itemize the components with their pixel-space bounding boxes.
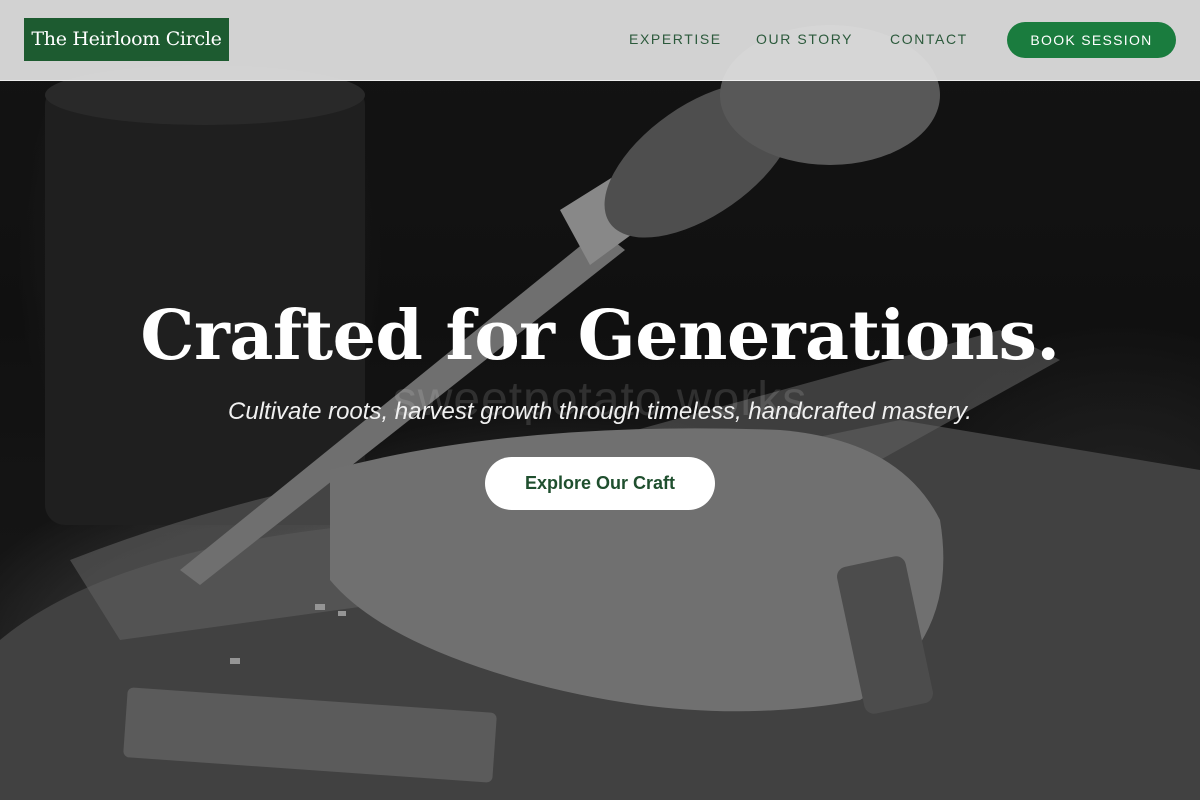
explore-craft-button[interactable]: Explore Our Craft — [485, 457, 715, 510]
nav-link-expertise[interactable]: EXPERTISE — [629, 31, 722, 47]
hero-subtitle: Cultivate roots, harvest growth through … — [228, 398, 972, 425]
top-navbar: The Heirloom Circle EXPERTISE OUR STORY … — [0, 0, 1200, 81]
nav-link-our-story[interactable]: OUR STORY — [756, 31, 853, 47]
book-session-button[interactable]: BOOK SESSION — [1007, 22, 1176, 58]
nav-link-contact[interactable]: CONTACT — [890, 31, 968, 47]
hero-title: Crafted for Generations. — [140, 296, 1060, 376]
hero-section: sweetpotato works Crafted for Generation… — [0, 0, 1200, 800]
